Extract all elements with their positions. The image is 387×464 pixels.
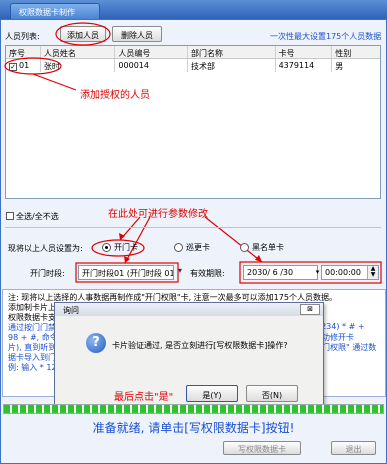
write-card-button[interactable]: 写权限数据卡	[223, 441, 301, 455]
time-spinner-icon[interactable]: ▲ ▼	[367, 266, 378, 279]
radio-dot-selected[interactable]	[102, 243, 111, 252]
note-line: 例: 输入 * 12	[8, 363, 57, 372]
schedule-label: 开门时段:	[30, 269, 65, 278]
add-button-highlight	[55, 22, 111, 46]
validity-label: 有效期限:	[190, 269, 225, 278]
progress-bar	[3, 404, 384, 414]
dialog-title: 询问	[55, 303, 323, 316]
param-arrow-3	[204, 216, 263, 263]
divider	[5, 227, 381, 228]
exit-button[interactable]: 退出	[331, 441, 376, 455]
param-arrowhead-3	[255, 255, 262, 262]
schedule-dropdown-icon[interactable]: ▾	[178, 266, 182, 275]
note-line-right: 门权限" 通过数	[322, 343, 377, 352]
radio-patrol-card-label: 巡更卡	[186, 243, 210, 252]
radio-patrol-card[interactable]: 巡更卡	[174, 242, 210, 253]
radio-open-card-label: 开门卡	[114, 243, 138, 252]
radio-blacklist-card-label: 黑名单卡	[252, 243, 284, 252]
select-all-label: 全选/全不选	[16, 212, 59, 221]
radio-blacklist-card[interactable]: 黑名单卡	[240, 242, 284, 253]
select-all[interactable]: 全选/全不选	[6, 211, 59, 222]
select-all-checkbox[interactable]	[6, 212, 14, 220]
status-message: 准备就绪, 请单击[写权限数据卡]按钮!	[92, 421, 295, 435]
schedule-select[interactable]: 开门时段01 (开门时段 01)	[78, 265, 174, 280]
param-arrowhead-2	[124, 256, 130, 263]
param-arrow-2	[124, 216, 151, 264]
radio-dot[interactable]	[240, 243, 249, 252]
no-button[interactable]: 否(N)	[246, 385, 298, 402]
settings-label: 现将以上人员设置为:	[8, 244, 83, 253]
annotation-added-people: 添加授权的人员	[80, 90, 150, 101]
param-arrowhead-1	[119, 233, 125, 240]
row-highlight	[4, 57, 62, 75]
validity-date-input[interactable]: 2030/ 6 /30	[243, 265, 318, 280]
yes-button[interactable]: 是(Y)	[186, 385, 238, 402]
annotation-click-yes: 最后点击"是"	[114, 392, 174, 403]
annotation-modify-params: 在此处可进行参数修改	[108, 209, 208, 220]
question-icon: ?	[86, 333, 106, 353]
dialog-close-icon[interactable]: ⊠	[300, 304, 320, 315]
radio-open-card[interactable]: 开门卡	[102, 242, 138, 253]
added-people-arrow	[32, 73, 77, 91]
radio-dot[interactable]	[174, 243, 183, 252]
progress-fill	[4, 405, 383, 413]
dialog-message: 卡片验证通过, 是否立刻进行[写权限数据卡]操作?	[112, 341, 288, 350]
